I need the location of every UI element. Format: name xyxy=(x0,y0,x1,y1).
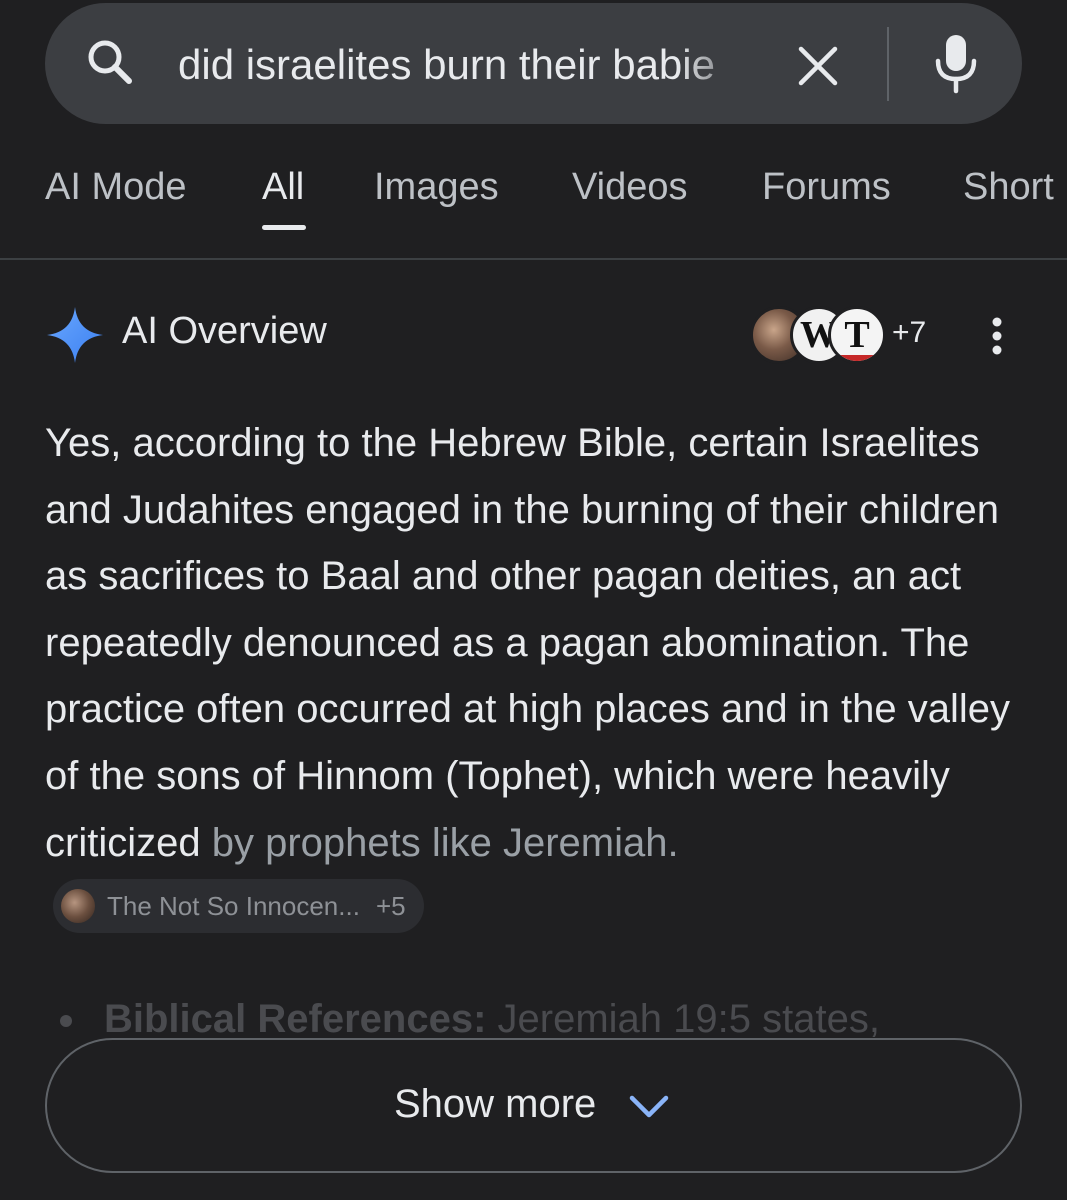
ai-overview-header: AI Overview W T +7 xyxy=(0,300,1067,370)
sparkle-icon xyxy=(47,307,103,363)
search-bar[interactable]: did israelites burn their babie xyxy=(45,3,1022,124)
t-glyph: T xyxy=(844,314,870,356)
tab-videos[interactable]: Videos xyxy=(572,166,688,209)
bullet-peek: Biblical References: Jeremiah 19:5 state… xyxy=(60,996,1020,1042)
source-avatars[interactable]: W T +7 xyxy=(750,306,930,364)
microphone-icon[interactable] xyxy=(930,33,982,95)
show-more-label: Show more xyxy=(394,1082,597,1126)
tab-images[interactable]: Images xyxy=(374,166,499,209)
tab-forums[interactable]: Forums xyxy=(762,166,891,209)
search-input[interactable]: did israelites burn their babie xyxy=(178,37,758,93)
citation-avatar xyxy=(61,888,95,923)
ai-overview-text: Yes, according to the Hebrew Bible, cert… xyxy=(45,410,1035,943)
tabs-divider xyxy=(0,258,1067,260)
tab-ai-mode[interactable]: AI Mode xyxy=(45,166,187,209)
t-avatar-bar xyxy=(831,355,883,361)
source-avatar-t: T xyxy=(828,306,886,364)
citation-more-count: +5 xyxy=(375,890,406,921)
search-icon[interactable] xyxy=(84,36,136,88)
search-results-page: did israelites burn their babie AI Mode … xyxy=(0,0,1067,1200)
search-bar-divider xyxy=(887,27,889,101)
search-tabs: AI Mode All Images Videos Forums Short xyxy=(0,150,1067,260)
show-more-button[interactable]: Show more xyxy=(45,1038,1022,1173)
more-vert-icon[interactable] xyxy=(980,316,1014,356)
ai-overview-body-faded: by prophets like Jeremiah. xyxy=(211,820,679,865)
bullet-dot xyxy=(60,1015,72,1028)
bullet-text: Jeremiah 19:5 states, xyxy=(486,997,880,1041)
ai-overview-title: AI Overview xyxy=(122,310,327,352)
tab-all[interactable]: All xyxy=(262,166,304,209)
close-icon[interactable] xyxy=(795,43,841,89)
tab-active-indicator xyxy=(262,225,306,230)
ai-overview-body: Yes, according to the Hebrew Bible, cert… xyxy=(45,421,1011,865)
tab-short[interactable]: Short xyxy=(963,166,1054,209)
chevron-down-icon xyxy=(629,1095,669,1118)
citation-label: The Not So Innocen... xyxy=(107,890,360,921)
bullet-bold: Biblical References: xyxy=(104,997,487,1041)
citation-chip[interactable]: The Not So Innocen... +5 xyxy=(53,878,424,933)
source-extra-count: +7 xyxy=(892,316,927,349)
